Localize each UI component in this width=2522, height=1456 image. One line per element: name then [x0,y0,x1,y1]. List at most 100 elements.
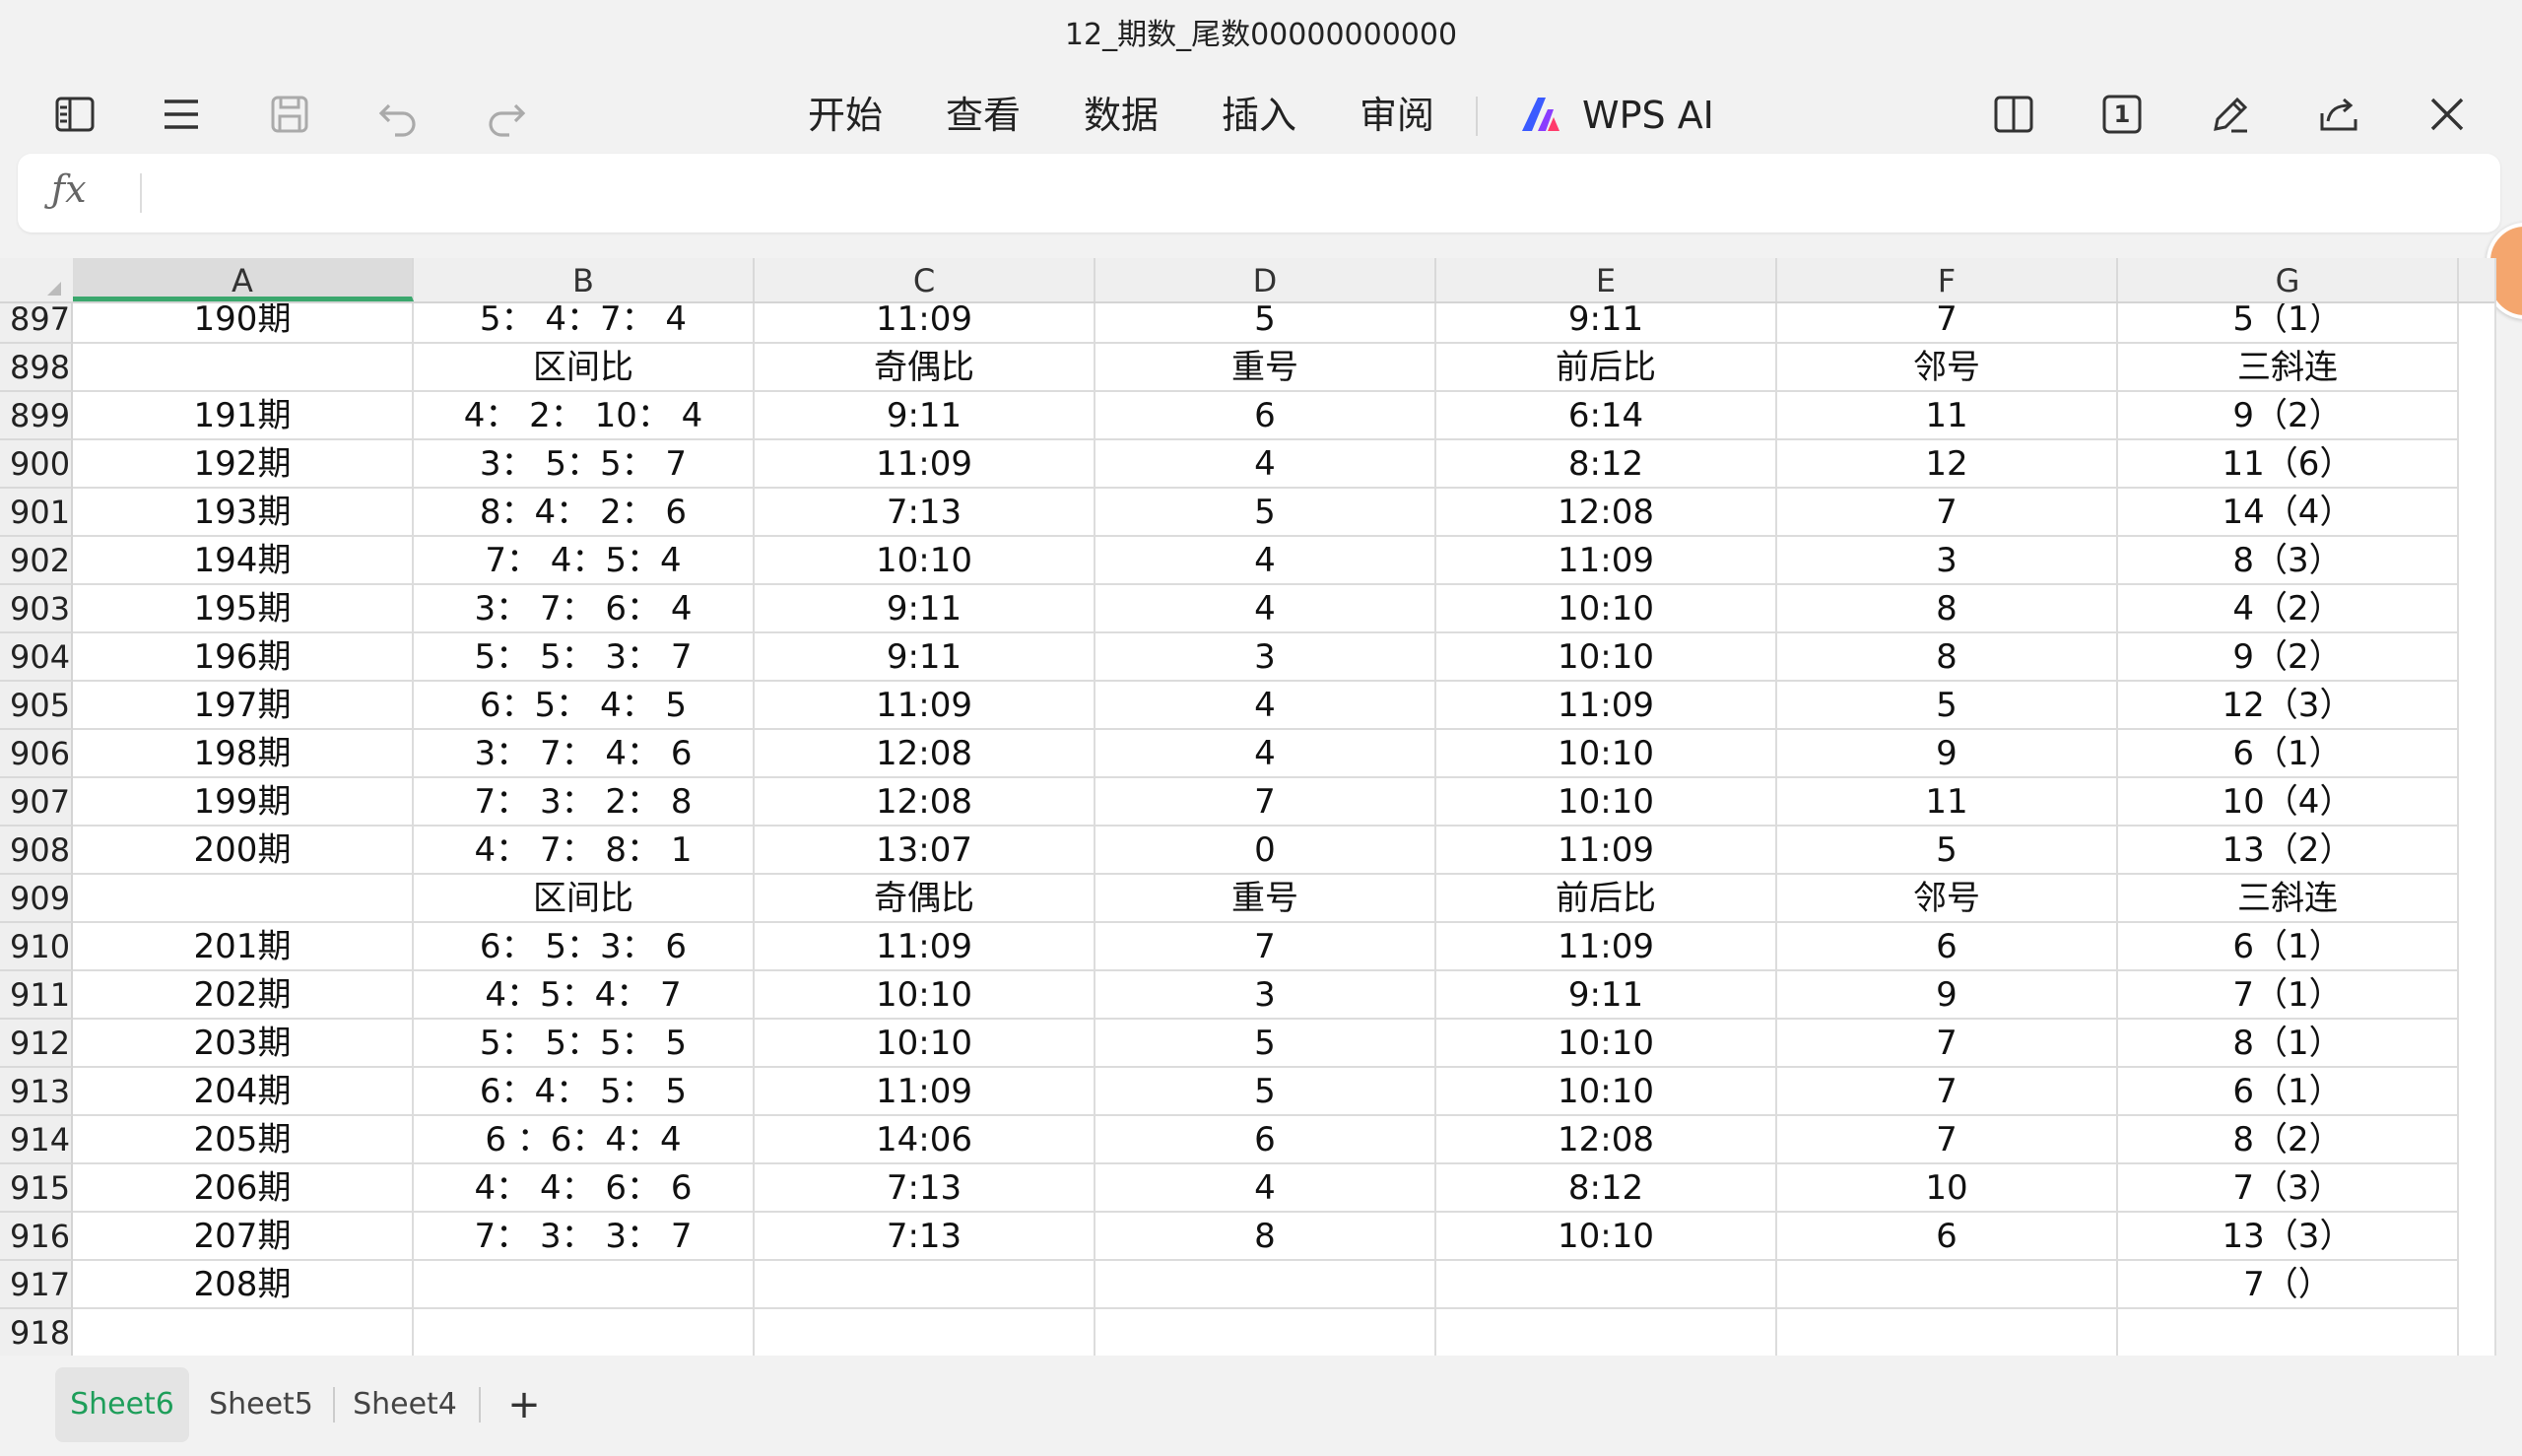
cell-d899[interactable]: 6 [1095,392,1436,440]
cell-d898[interactable]: 重号 [1095,344,1436,392]
row-header[interactable]: 915 [0,1164,73,1213]
cell-a901[interactable]: 193期 [73,489,414,537]
cell-e914[interactable]: 12:08 [1436,1116,1777,1164]
column-header-b[interactable]: B [414,258,755,301]
cell-c903[interactable]: 9:11 [755,585,1095,633]
cell-d901[interactable]: 5 [1095,489,1436,537]
cell-c907[interactable]: 12:08 [755,778,1095,827]
cell-c909[interactable]: 奇偶比 [755,875,1095,923]
cell-g903[interactable]: 4（2） [2118,585,2459,633]
cell-c904[interactable]: 9:11 [755,633,1095,682]
sheet-tab-sheet4[interactable]: Sheet4 [341,1367,469,1442]
cell-c916[interactable]: 7:13 [755,1213,1095,1261]
cell-f900[interactable]: 12 [1777,440,2118,489]
cell-e904[interactable]: 10:10 [1436,633,1777,682]
cell-e913[interactable]: 10:10 [1436,1068,1777,1116]
cell-g899[interactable]: 9（2） [2118,392,2459,440]
cell-e915[interactable]: 8:12 [1436,1164,1777,1213]
cell-g901[interactable]: 14（4） [2118,489,2459,537]
cell-b901[interactable]: 8：4： 2： 6 [414,489,755,537]
cell-f905[interactable]: 5 [1777,682,2118,730]
cell-b906[interactable]: 3： 7： 4： 6 [414,730,755,778]
cell-g900[interactable]: 11（6） [2118,440,2459,489]
cell-d900[interactable]: 4 [1095,440,1436,489]
cell-c898[interactable]: 奇偶比 [755,344,1095,392]
cell-d904[interactable]: 3 [1095,633,1436,682]
row-header[interactable]: 902 [0,537,73,585]
cell-a900[interactable]: 192期 [73,440,414,489]
cell-b903[interactable]: 3： 7： 6： 4 [414,585,755,633]
cell-c899[interactable]: 9:11 [755,392,1095,440]
cell-f916[interactable]: 6 [1777,1213,2118,1261]
save-icon[interactable] [260,85,319,144]
cell-g908[interactable]: 13（2） [2118,827,2459,875]
cell-g912[interactable]: 8（1） [2118,1020,2459,1068]
cell-g910[interactable]: 6（1） [2118,923,2459,971]
cell-a913[interactable]: 204期 [73,1068,414,1116]
edit-pen-icon[interactable] [2201,85,2260,144]
column-header-f[interactable]: F [1777,258,2118,301]
redo-icon[interactable] [477,85,536,144]
formula-input[interactable] [156,154,2481,232]
cell-e911[interactable]: 9:11 [1436,971,1777,1020]
cell-e918[interactable] [1436,1309,1777,1356]
cell-c913[interactable]: 11:09 [755,1068,1095,1116]
cell-d908[interactable]: 0 [1095,827,1436,875]
column-header-a[interactable]: A [73,258,414,301]
cell-f909[interactable]: 邻号 [1777,875,2118,923]
cell-g915[interactable]: 7（3） [2118,1164,2459,1213]
cell-d910[interactable]: 7 [1095,923,1436,971]
cell-d903[interactable]: 4 [1095,585,1436,633]
cell-c915[interactable]: 7:13 [755,1164,1095,1213]
row-header[interactable]: 913 [0,1068,73,1116]
cell-e905[interactable]: 11:09 [1436,682,1777,730]
cell-c914[interactable]: 14:06 [755,1116,1095,1164]
row-header[interactable]: 898 [0,344,73,392]
cell-f910[interactable]: 6 [1777,923,2118,971]
cell-g909[interactable]: 三斜连 [2118,875,2459,923]
cell-e908[interactable]: 11:09 [1436,827,1777,875]
cell-d905[interactable]: 4 [1095,682,1436,730]
cell-e902[interactable]: 11:09 [1436,537,1777,585]
cell-c906[interactable]: 12:08 [755,730,1095,778]
column-header-g[interactable]: G [2118,258,2459,301]
row-header[interactable]: 903 [0,585,73,633]
cell-f914[interactable]: 7 [1777,1116,2118,1164]
select-all-corner[interactable] [0,258,73,301]
cell-f899[interactable]: 11 [1777,392,2118,440]
cell-f912[interactable]: 7 [1777,1020,2118,1068]
cell-g906[interactable]: 6（1） [2118,730,2459,778]
cell-d913[interactable]: 5 [1095,1068,1436,1116]
cell-e903[interactable]: 10:10 [1436,585,1777,633]
cell-c908[interactable]: 13:07 [755,827,1095,875]
cell-g913[interactable]: 6（1） [2118,1068,2459,1116]
cell-g905[interactable]: 12（3） [2118,682,2459,730]
menu-view[interactable]: 查看 [946,77,1021,154]
cell-a905[interactable]: 197期 [73,682,414,730]
menu-data[interactable]: 数据 [1084,77,1159,154]
cell-a912[interactable]: 203期 [73,1020,414,1068]
cell-d914[interactable]: 6 [1095,1116,1436,1164]
cell-f906[interactable]: 9 [1777,730,2118,778]
row-header[interactable]: 907 [0,778,73,827]
row-header[interactable]: 914 [0,1116,73,1164]
cell-c912[interactable]: 10:10 [755,1020,1095,1068]
cell-b913[interactable]: 6：4： 5： 5 [414,1068,755,1116]
cell-g911[interactable]: 7（1） [2118,971,2459,1020]
cell-e898[interactable]: 前后比 [1436,344,1777,392]
cell-c901[interactable]: 7:13 [755,489,1095,537]
cell-a904[interactable]: 196期 [73,633,414,682]
row-header[interactable]: 909 [0,875,73,923]
row-header[interactable]: 908 [0,827,73,875]
page-count-icon[interactable]: 1 [2092,85,2152,144]
cell-c910[interactable]: 11:09 [755,923,1095,971]
cell-b914[interactable]: 6 ：6：4：4 [414,1116,755,1164]
sidebar-toggle-icon[interactable] [45,85,104,144]
menu-start[interactable]: 开始 [808,77,883,154]
cell-a915[interactable]: 206期 [73,1164,414,1213]
cell-b899[interactable]: 4： 2： 10： 4 [414,392,755,440]
cell-d902[interactable]: 4 [1095,537,1436,585]
cell-b907[interactable]: 7： 3： 2： 8 [414,778,755,827]
add-sheet-button[interactable]: + [493,1367,556,1442]
cell-b918[interactable] [414,1309,755,1356]
